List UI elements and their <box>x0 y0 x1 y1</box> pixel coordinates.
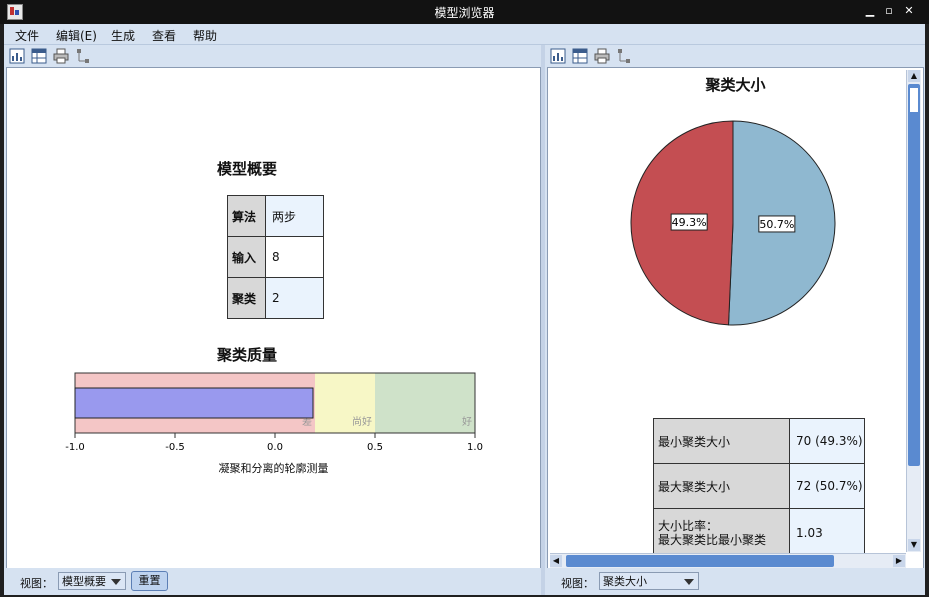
horizontal-scroll-thumb[interactable] <box>566 555 834 567</box>
cluster-size-pie: 50.7% 49.3% <box>630 120 836 326</box>
scroll-up-icon[interactable]: ▲ <box>908 70 920 82</box>
view-select-value: 模型概要 <box>62 575 106 588</box>
quality-tick-label: 0.0 <box>267 442 283 453</box>
quality-xlabel: 凝聚和分离的轮廓测量 <box>218 462 329 475</box>
menu-view[interactable]: 查看 <box>152 27 176 44</box>
reset-button[interactable]: 重置 <box>131 571 168 591</box>
chevron-down-icon <box>684 579 694 585</box>
size-key: 最小聚类大小 <box>653 418 790 464</box>
chart-icon[interactable] <box>550 48 566 64</box>
summary-key: 算法 <box>227 195 266 237</box>
summary-value: 2 <box>265 277 324 319</box>
tree-icon[interactable] <box>616 48 632 64</box>
left-bottom-bar: 视图： 模型概要 重置 <box>4 568 541 595</box>
vertical-scroll-thumb[interactable] <box>908 84 920 466</box>
left-pane: 模型概要 算法 两步 输入 8 聚类 2 聚类质量 差尚好好 -1.0 -0.5 0.… <box>4 45 541 595</box>
cluster-size-table: 最小聚类大小 70 (49.3%) 最大聚类大小 72 (50.7%) 大小比率… <box>653 418 865 557</box>
quality-bar <box>74 387 314 419</box>
quality-tick-label: 0.5 <box>367 442 383 453</box>
right-pane: 聚类大小 50.7% 49.3% 最小聚类大小 70 (49.3%) 最大聚类大小… <box>545 45 925 595</box>
model-summary-title: 模型概要 <box>216 160 277 178</box>
right-content: 聚类大小 50.7% 49.3% 最小聚类大小 70 (49.3%) 最大聚类大小… <box>547 67 924 570</box>
window-title: 模型浏览器 <box>434 6 495 20</box>
size-value: 72 (50.7%) <box>789 463 865 509</box>
tree-icon[interactable] <box>75 48 91 64</box>
view-select-value: 聚类大小 <box>603 575 647 588</box>
quality-tick-label: -0.5 <box>165 442 185 453</box>
pie-label-text: 50.7% <box>759 218 794 231</box>
right-bottom-bar: 视图： 聚类大小 <box>545 568 925 595</box>
table-row: 大小比率： 最大聚类比最小聚类 1.03 <box>653 508 865 557</box>
quality-zone-label: 尚好 <box>352 415 372 428</box>
pie-data-label: 50.7% <box>758 215 796 233</box>
chart-icon[interactable] <box>9 48 25 64</box>
summary-value: 8 <box>265 236 324 278</box>
summary-key: 聚类 <box>227 277 266 319</box>
horizontal-scrollbar[interactable]: ◀ ▶ <box>550 553 906 568</box>
pie-data-label: 49.3% <box>670 213 708 231</box>
cluster-quality-title: 聚类质量 <box>216 346 277 364</box>
summary-value: 两步 <box>265 195 324 237</box>
view-select[interactable]: 聚类大小 <box>599 572 699 590</box>
table-row: 算法 两步 <box>227 195 324 237</box>
scroll-left-icon[interactable]: ◀ <box>550 555 562 567</box>
view-label: 视图： <box>561 577 594 590</box>
print-icon[interactable] <box>53 48 69 64</box>
size-key: 大小比率： 最大聚类比最小聚类 <box>653 508 790 557</box>
size-value: 70 (49.3%) <box>789 418 865 464</box>
quality-zone <box>375 373 475 433</box>
view-select[interactable]: 模型概要 <box>58 572 126 590</box>
cluster-size-title: 聚类大小 <box>705 76 766 94</box>
table-icon[interactable] <box>31 48 47 64</box>
scroll-down-icon[interactable]: ▼ <box>908 539 920 551</box>
size-key: 最大聚类大小 <box>653 463 790 509</box>
menu-generate[interactable]: 生成 <box>111 27 135 44</box>
table-row: 最大聚类大小 72 (50.7%) <box>653 463 865 509</box>
table-row: 最小聚类大小 70 (49.3%) <box>653 418 865 464</box>
maximize-button[interactable]: ▫ <box>880 3 898 19</box>
menu-edit[interactable]: 编辑(E) <box>56 27 97 44</box>
menu-bar: 文件 编辑(E) 生成 查看 帮助 <box>4 24 925 45</box>
table-row: 输入 8 <box>227 236 324 278</box>
quality-zone-label: 好 <box>462 416 472 428</box>
size-value: 1.03 <box>789 508 865 557</box>
quality-tick-label: 1.0 <box>467 442 483 453</box>
scroll-right-icon[interactable]: ▶ <box>893 555 905 567</box>
view-label: 视图： <box>20 577 53 590</box>
menu-file[interactable]: 文件 <box>15 27 39 44</box>
close-button[interactable]: ✕ <box>900 3 918 19</box>
pie-label-text: 49.3% <box>672 216 707 229</box>
minimize-button[interactable]: ▁ <box>861 3 879 19</box>
table-icon[interactable] <box>572 48 588 64</box>
table-row: 聚类 2 <box>227 277 324 319</box>
chevron-down-icon <box>111 579 121 585</box>
model-summary-table: 算法 两步 输入 8 聚类 2 <box>227 195 324 319</box>
title-bar: 模型浏览器 ▁ ▫ ✕ <box>0 0 929 24</box>
menu-help[interactable]: 帮助 <box>193 27 217 44</box>
left-content: 模型概要 算法 两步 输入 8 聚类 2 聚类质量 差尚好好 -1.0 -0.5 0.… <box>6 67 541 570</box>
quality-tick-label: -1.0 <box>65 442 85 453</box>
summary-key: 输入 <box>227 236 266 278</box>
vertical-scrollbar[interactable]: ▲ ▼ <box>906 70 921 552</box>
print-icon[interactable] <box>594 48 610 64</box>
